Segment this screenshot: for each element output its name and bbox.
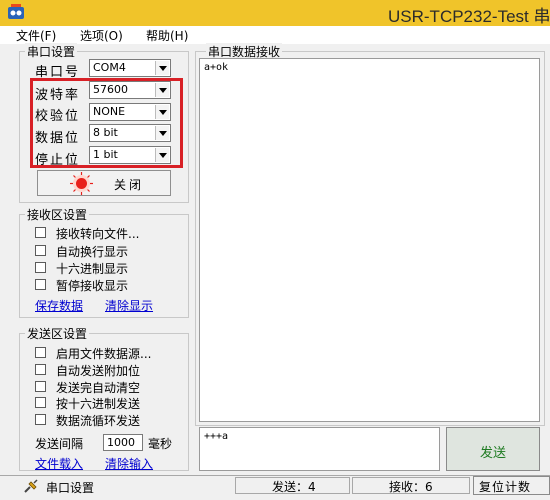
red-dot-icon xyxy=(76,178,87,189)
recv-option-label: 十六进制显示 xyxy=(56,262,129,276)
send-interval-label: 发送间隔 xyxy=(35,437,84,451)
recv-option-label: 自动换行显示 xyxy=(56,245,129,259)
port-value: COM4 xyxy=(93,61,126,74)
menu-file[interactable]: 文件(F) xyxy=(16,27,56,44)
send-content: +++a xyxy=(204,431,229,442)
received-count: 接收：6 xyxy=(389,480,433,494)
checkbox[interactable] xyxy=(35,347,46,358)
send-interval-value: 1000 xyxy=(107,436,135,449)
send-option-label: 发送完自动清空 xyxy=(56,381,141,395)
sent-count: 发送：4 xyxy=(272,480,316,494)
app-icon xyxy=(8,4,24,19)
recv-option-label: 接收转向文件... xyxy=(56,227,140,241)
checkbox[interactable] xyxy=(35,262,46,273)
send-interval-input[interactable]: 1000 xyxy=(103,434,143,451)
menu-help[interactable]: 帮助(H) xyxy=(146,27,188,44)
connect-icon xyxy=(24,479,38,493)
close-port-label: 关闭 xyxy=(114,178,145,192)
reset-count-label: 复位计数 xyxy=(479,480,532,494)
recv-option-label: 暂停接收显示 xyxy=(56,279,129,293)
clear-input-link[interactable]: 清除输入 xyxy=(105,455,153,472)
clear-display-link[interactable]: 清除显示 xyxy=(105,297,153,314)
file-load-link[interactable]: 文件载入 xyxy=(35,455,83,472)
checkbox[interactable] xyxy=(35,227,46,238)
send-interval-unit: 毫秒 xyxy=(148,437,173,451)
send-option-label: 启用文件数据源... xyxy=(56,347,152,361)
reset-count-button[interactable]: 复位计数 xyxy=(473,476,550,495)
close-port-button[interactable]: 关闭 xyxy=(37,170,171,196)
send-option-label: 数据流循环发送 xyxy=(56,414,141,428)
checkbox[interactable] xyxy=(35,364,46,375)
checkbox[interactable] xyxy=(35,397,46,408)
serial-settings-label: 串口设置 xyxy=(25,43,78,60)
checkbox[interactable] xyxy=(35,245,46,256)
port-select[interactable]: COM4 xyxy=(89,59,171,77)
status-mode: 串口设置 xyxy=(46,481,95,495)
send-button-label: 发送 xyxy=(480,446,507,461)
window-title: USR-TCP232-Test 串 xyxy=(388,7,550,26)
receive-content: a+ok xyxy=(204,62,229,73)
send-textarea[interactable]: +++a xyxy=(199,427,440,471)
save-data-link[interactable]: 保存数据 xyxy=(35,297,83,314)
highlight-box xyxy=(30,78,183,168)
checkbox[interactable] xyxy=(35,414,46,425)
send-button[interactable]: 发送 xyxy=(446,427,540,471)
chevron-down-icon[interactable] xyxy=(155,61,169,75)
send-option-label: 自动发送附加位 xyxy=(56,364,141,378)
checkbox[interactable] xyxy=(35,381,46,392)
send-option-label: 按十六进制发送 xyxy=(56,397,141,411)
menu-options[interactable]: 选项(O) xyxy=(80,27,123,44)
receive-settings-label: 接收区设置 xyxy=(25,206,90,223)
send-settings-label: 发送区设置 xyxy=(25,325,90,342)
receive-textarea[interactable]: a+ok xyxy=(199,58,540,422)
checkbox[interactable] xyxy=(35,279,46,290)
